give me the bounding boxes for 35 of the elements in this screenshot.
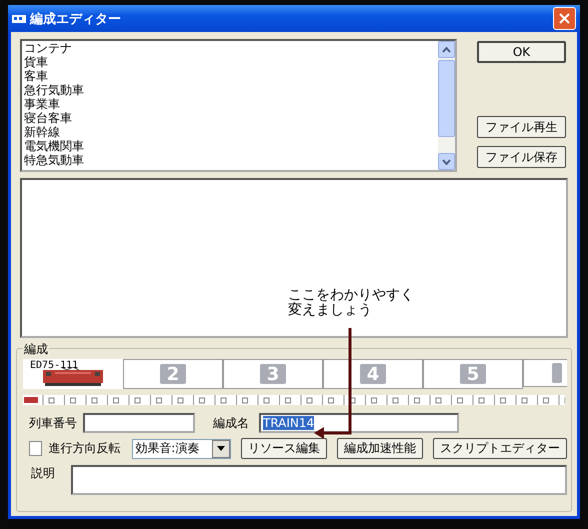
- action-button[interactable]: スクリプトエディター: [433, 438, 567, 459]
- list-item[interactable]: 特急気動車: [24, 153, 438, 167]
- list-item[interactable]: 新幹線: [24, 125, 438, 139]
- car-label: ED75-111: [30, 360, 78, 371]
- list-item[interactable]: 電気機関車: [24, 139, 438, 153]
- scrollbar-thumb[interactable]: [438, 60, 455, 137]
- close-button[interactable]: [553, 7, 576, 30]
- scroll-down-icon[interactable]: [438, 153, 455, 170]
- scroll-up-icon[interactable]: [438, 41, 455, 58]
- description-label: 説明: [31, 465, 55, 482]
- list-item[interactable]: 寝台客車: [24, 111, 438, 125]
- list-item[interactable]: コンテナ: [24, 41, 438, 55]
- vehicle-list[interactable]: コンテナ 貨車 客車 急行気動車 事業車 寝台客車 新幹線 電気機関車 特急気動車: [20, 39, 457, 172]
- dropdown-arrow-icon[interactable]: [217, 446, 225, 451]
- list-item[interactable]: 急行気動車: [24, 83, 438, 97]
- locomotive-drawing: [41, 367, 105, 387]
- dialog-button[interactable]: ファイル保存: [477, 146, 566, 168]
- formation-name-field[interactable]: TRAIN14: [259, 413, 459, 433]
- list-item[interactable]: 貨車: [24, 55, 438, 69]
- window-title: 編成エディター: [30, 10, 121, 28]
- description-field[interactable]: [71, 465, 567, 495]
- app-icon: [12, 12, 26, 24]
- formation-name-label: 編成名: [213, 414, 249, 432]
- dialog-button[interactable]: ファイル再生: [477, 116, 566, 138]
- checkbox[interactable]: [29, 441, 42, 456]
- train-number-field[interactable]: [83, 413, 195, 433]
- train-number-label: 列車番号: [29, 414, 77, 432]
- dialog-button[interactable]: OK: [477, 41, 566, 63]
- list-item[interactable]: 客車: [24, 69, 438, 83]
- list-item[interactable]: 事業車: [24, 97, 438, 111]
- action-button[interactable]: 編成加速性能: [337, 438, 423, 459]
- close-icon[interactable]: [559, 13, 570, 24]
- action-button[interactable]: リソース編集: [241, 438, 327, 459]
- checkbox-label: 進行方向反転: [48, 440, 120, 457]
- sound-dropdown[interactable]: 効果音:演奏: [132, 438, 231, 458]
